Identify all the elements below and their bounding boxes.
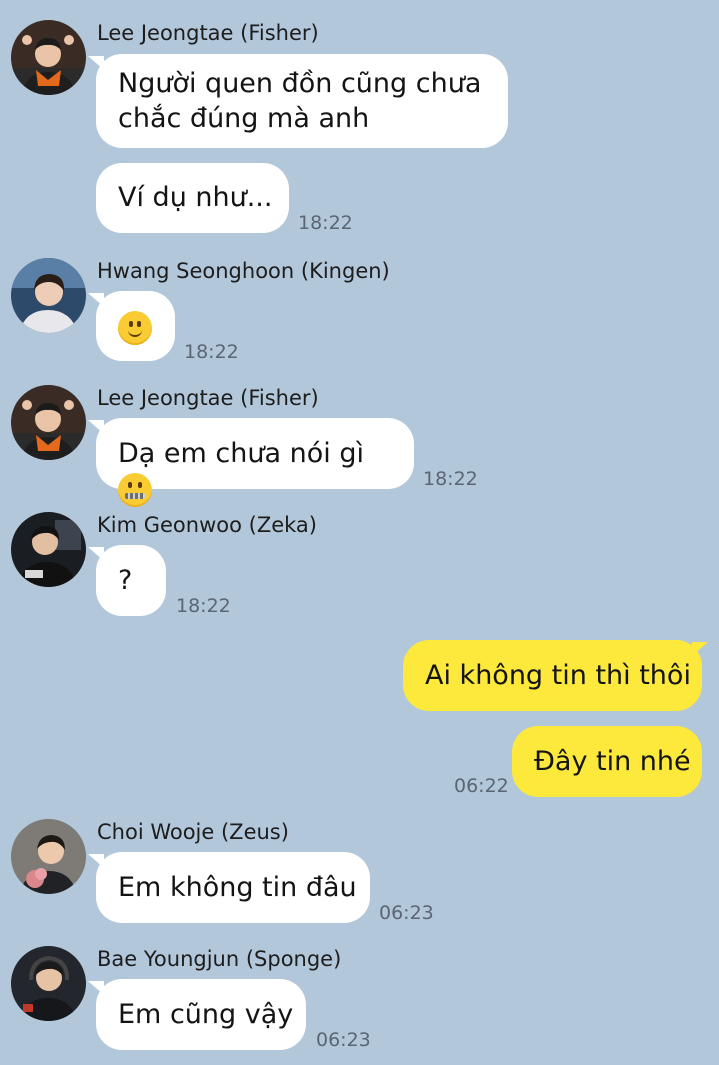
message-text: Đây tin nhé [534,746,691,777]
message-timestamp: 18:22 [423,468,478,490]
sender-name: Bae Youngjun (Sponge) [97,947,342,971]
message-bubble[interactable]: Người quen đồn cũng chưa chắc đúng mà an… [96,54,508,148]
avatar-image [11,819,86,894]
sender-name: Lee Jeongtae (Fisher) [97,21,319,45]
slightly-smiling-face-icon [118,310,152,345]
message-timestamp: 06:23 [379,902,434,924]
sender-name: Hwang Seonghoon (Kingen) [97,259,390,283]
message-bubble[interactable]: ? [96,545,166,616]
message-text: Dạ em chưa nói gì [118,438,364,469]
message-bubble[interactable] [96,291,175,361]
avatar-image [11,385,86,460]
avatar-sponge[interactable] [11,946,86,1021]
message-text-line: chắc đúng mà anh [118,103,370,134]
avatar-image [11,20,86,95]
avatar-kingen[interactable] [11,258,86,333]
message-timestamp: 18:22 [298,212,353,234]
message-bubble-outgoing[interactable]: Ai không tin thì thôi [403,640,702,711]
bubble-tail [692,642,708,656]
message-text: Em không tin đâu [118,872,357,903]
avatar-image [11,946,86,1021]
sender-name: Lee Jeongtae (Fisher) [97,386,319,410]
message-text: Em cũng vậy [118,999,294,1030]
sender-name: Kim Geonwoo (Zeka) [97,513,317,537]
sender-name: Choi Wooje (Zeus) [97,820,289,844]
message-timestamp: 18:22 [184,341,239,363]
avatar-image [11,258,86,333]
message-bubble[interactable]: Dạ em chưa nói gì [96,418,414,507]
message-bubble[interactable]: Em cũng vậy [96,979,306,1050]
zipper-mouth-face-icon [118,472,152,507]
message-bubble-outgoing[interactable]: Đây tin nhé [512,726,702,797]
message-text: Ví dụ như... [118,182,273,213]
avatar-fisher[interactable] [11,385,86,460]
message-timestamp: 06:22 [454,775,509,797]
avatar-image [11,512,86,587]
avatar-zeka[interactable] [11,512,86,587]
message-timestamp: 18:22 [176,595,231,617]
avatar-zeus[interactable] [11,819,86,894]
message-text: ? [118,565,133,596]
message-text: Ai không tin thì thôi [425,660,691,691]
message-text-line: Người quen đồn cũng chưa [118,68,482,99]
avatar-fisher[interactable] [11,20,86,95]
message-timestamp: 06:23 [316,1029,371,1051]
message-bubble[interactable]: Ví dụ như... [96,163,289,233]
message-bubble[interactable]: Em không tin đâu [96,852,370,923]
